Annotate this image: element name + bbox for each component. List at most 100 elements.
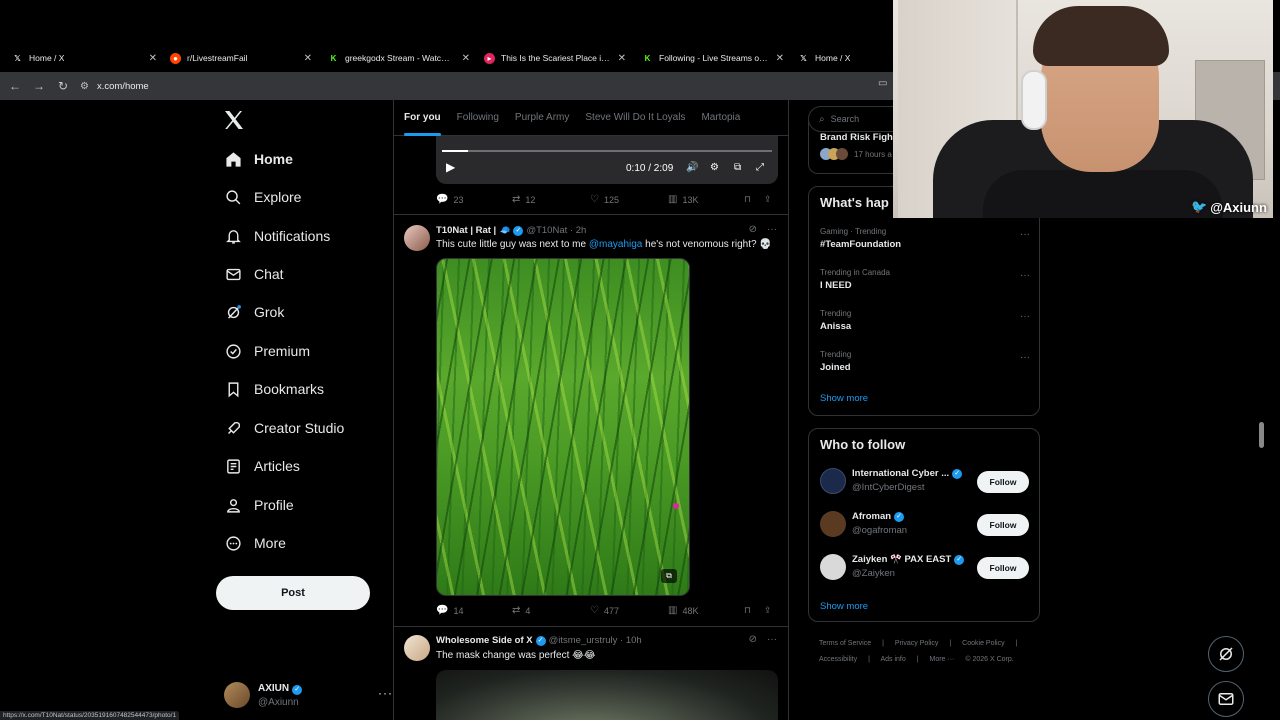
views-button[interactable]: ▥ 48K xyxy=(668,605,698,616)
trend-item[interactable]: Trending Joined ··· xyxy=(820,350,1030,373)
more-dots-icon[interactable]: ··· xyxy=(767,224,777,235)
reply-button[interactable]: 💬 23 xyxy=(436,194,463,205)
more-dots-icon[interactable]: ··· xyxy=(1020,229,1030,240)
play-icon[interactable]: ▶ xyxy=(446,160,455,174)
nav-item-explore[interactable]: Explore xyxy=(224,182,301,212)
follow-suggestion[interactable]: Zaiyken 🎌 PAX EAST ✓ @Zaiyken Follow xyxy=(820,551,1030,583)
post-button[interactable]: Post xyxy=(216,576,370,610)
more-dots-icon[interactable]: ··· xyxy=(767,634,777,645)
more-dots-icon[interactable]: ··· xyxy=(378,686,393,700)
footer-link[interactable]: Terms of Service xyxy=(819,640,871,647)
nav-item-home[interactable]: Home xyxy=(224,144,293,174)
fullscreen-icon[interactable]: ⤢ xyxy=(756,162,764,173)
nav-item-grok[interactable]: Grok xyxy=(224,297,284,327)
tab-following[interactable]: Following xyxy=(457,100,499,136)
nav-item-premium[interactable]: Premium xyxy=(224,336,310,366)
tab-purple-army[interactable]: Purple Army xyxy=(515,100,569,136)
trend-item[interactable]: Trending in Canada I NEED ··· xyxy=(820,268,1030,291)
tab-for-you[interactable]: For you xyxy=(404,100,441,136)
views-button[interactable]: ▥ 13K xyxy=(668,194,698,205)
post-author-name[interactable]: Wholesome Side of X xyxy=(436,635,533,646)
page-scrollbar[interactable] xyxy=(1259,422,1264,448)
repost-button[interactable]: ⇄ 12 xyxy=(512,194,535,205)
left-navigation: Home Explore Notifications Chat Grok Pre… xyxy=(212,100,392,720)
browser-tab[interactable]: ▸ This Is the Scariest Place in The ✕ xyxy=(484,47,626,69)
close-icon[interactable]: ✕ xyxy=(618,53,626,64)
settings-icon[interactable]: ⚙ xyxy=(710,162,719,173)
mail-icon xyxy=(224,265,242,283)
nav-item-more[interactable]: More xyxy=(224,528,286,558)
browser-tab[interactable]: K Following - Live Streams on Kic ✕ xyxy=(642,47,784,69)
nav-item-profile[interactable]: Profile xyxy=(224,490,294,520)
volume-icon[interactable]: 🔊 xyxy=(686,162,698,173)
grok-floating-button[interactable] xyxy=(1208,636,1244,672)
follow-button[interactable]: Follow xyxy=(977,514,1029,536)
messages-floating-button[interactable] xyxy=(1208,681,1244,717)
follow-button[interactable]: Follow xyxy=(977,557,1029,579)
follow-button[interactable]: Follow xyxy=(977,471,1029,493)
trend-item[interactable]: Trending Anissa ··· xyxy=(820,309,1030,332)
follow-suggestion[interactable]: International Cyber ... ✓ @IntCyberDigest… xyxy=(820,465,1030,497)
footer-link[interactable]: Privacy Policy xyxy=(895,640,939,647)
avatar[interactable] xyxy=(404,635,430,661)
trend-item[interactable]: Gaming · Trending #TeamFoundation ··· xyxy=(820,227,1030,250)
nav-item-bookmarks[interactable]: Bookmarks xyxy=(224,374,324,404)
nav-item-notifications[interactable]: Notifications xyxy=(224,221,330,251)
video-scrubber[interactable] xyxy=(442,150,772,152)
post-author-handle[interactable]: @T10Nat · 2h xyxy=(526,225,586,236)
close-icon[interactable]: ✕ xyxy=(149,53,157,64)
footer-link[interactable]: Accessibility xyxy=(819,656,857,663)
mention-link[interactable]: @mayahiga xyxy=(589,239,643,250)
like-button[interactable]: ♡ 477 xyxy=(590,605,619,616)
browser-tab-active[interactable]: 𝕏 Home / X xyxy=(798,47,890,69)
share-icon[interactable]: ⇪ xyxy=(764,194,772,205)
more-dots-icon[interactable]: ··· xyxy=(1020,311,1030,322)
bookmark-icon[interactable]: ⊓ xyxy=(744,194,751,205)
bookmark-icon[interactable]: ⊓ xyxy=(744,605,751,616)
url-field[interactable]: ⚙ x.com/home xyxy=(80,75,149,97)
avatar xyxy=(224,682,250,708)
x-logo-icon[interactable] xyxy=(222,108,246,132)
show-more-link[interactable]: Show more xyxy=(820,601,868,612)
grok-icon[interactable]: ⊘ xyxy=(749,224,757,235)
follow-suggestion[interactable]: Afroman ✓ @ogafroman Follow xyxy=(820,508,1030,540)
more-dots-icon[interactable]: ··· xyxy=(1020,352,1030,363)
reply-button[interactable]: 💬 14 xyxy=(436,605,463,616)
post-author-name[interactable]: T10Nat | Rat | xyxy=(436,225,496,236)
post-author-handle[interactable]: @itsme_urstruly · 10h xyxy=(549,635,642,646)
post-image-mask[interactable] xyxy=(436,670,778,720)
reload-icon[interactable]: ↻ xyxy=(52,75,74,97)
back-arrow-icon[interactable]: ← xyxy=(4,75,26,97)
tab-steve-will-do-it-loyals[interactable]: Steve Will Do It Loyals xyxy=(585,100,685,136)
avatar[interactable] xyxy=(404,225,430,251)
show-more-link[interactable]: Show more xyxy=(820,393,868,404)
close-icon[interactable]: ✕ xyxy=(304,53,312,64)
repost-button[interactable]: ⇄ 4 xyxy=(512,605,530,616)
like-button[interactable]: ♡ 125 xyxy=(590,194,619,205)
close-icon[interactable]: ✕ xyxy=(462,53,470,64)
views-chart-icon: ▥ xyxy=(668,605,678,616)
footer-link[interactable]: Ads info xyxy=(880,656,905,663)
video-player[interactable]: ▶ 0:10 / 2:09 🔊 ⚙ ⧉ ⤢ xyxy=(436,136,778,184)
close-icon[interactable]: ✕ xyxy=(776,53,784,64)
nav-item-creator-studio[interactable]: Creator Studio xyxy=(224,413,344,443)
nav-item-chat[interactable]: Chat xyxy=(224,259,284,289)
browser-tab[interactable]: 𝕏 Home / X ✕ xyxy=(12,47,157,69)
share-icon[interactable]: ⇪ xyxy=(764,605,772,616)
footer-link[interactable]: Cookie Policy xyxy=(962,640,1004,647)
grok-icon[interactable]: ⊘ xyxy=(749,634,757,645)
site-info-icon[interactable]: ⚙ xyxy=(80,81,89,92)
tab-martopia[interactable]: Martopia xyxy=(701,100,740,136)
image-expand-icon[interactable]: ⧉ xyxy=(661,569,677,583)
nav-item-articles[interactable]: Articles xyxy=(224,451,300,481)
browser-tab[interactable]: ● r/LivestreamFail ✕ xyxy=(170,47,312,69)
x-logo-icon: 𝕏 xyxy=(14,53,21,63)
browser-tab[interactable]: K greekgodx Stream - Watch Live ✕ xyxy=(328,47,470,69)
footer-link[interactable]: More ··· xyxy=(930,656,955,663)
more-dots-icon[interactable]: ··· xyxy=(1020,270,1030,281)
cast-icon[interactable]: ▭ xyxy=(878,78,887,89)
post-image-grass[interactable]: ⧉ xyxy=(436,258,690,596)
forward-arrow-icon[interactable]: → xyxy=(28,75,50,97)
pip-icon[interactable]: ⧉ xyxy=(734,162,741,173)
account-switcher[interactable]: AXIUN ✓ @Axiunn ··· xyxy=(224,680,392,712)
